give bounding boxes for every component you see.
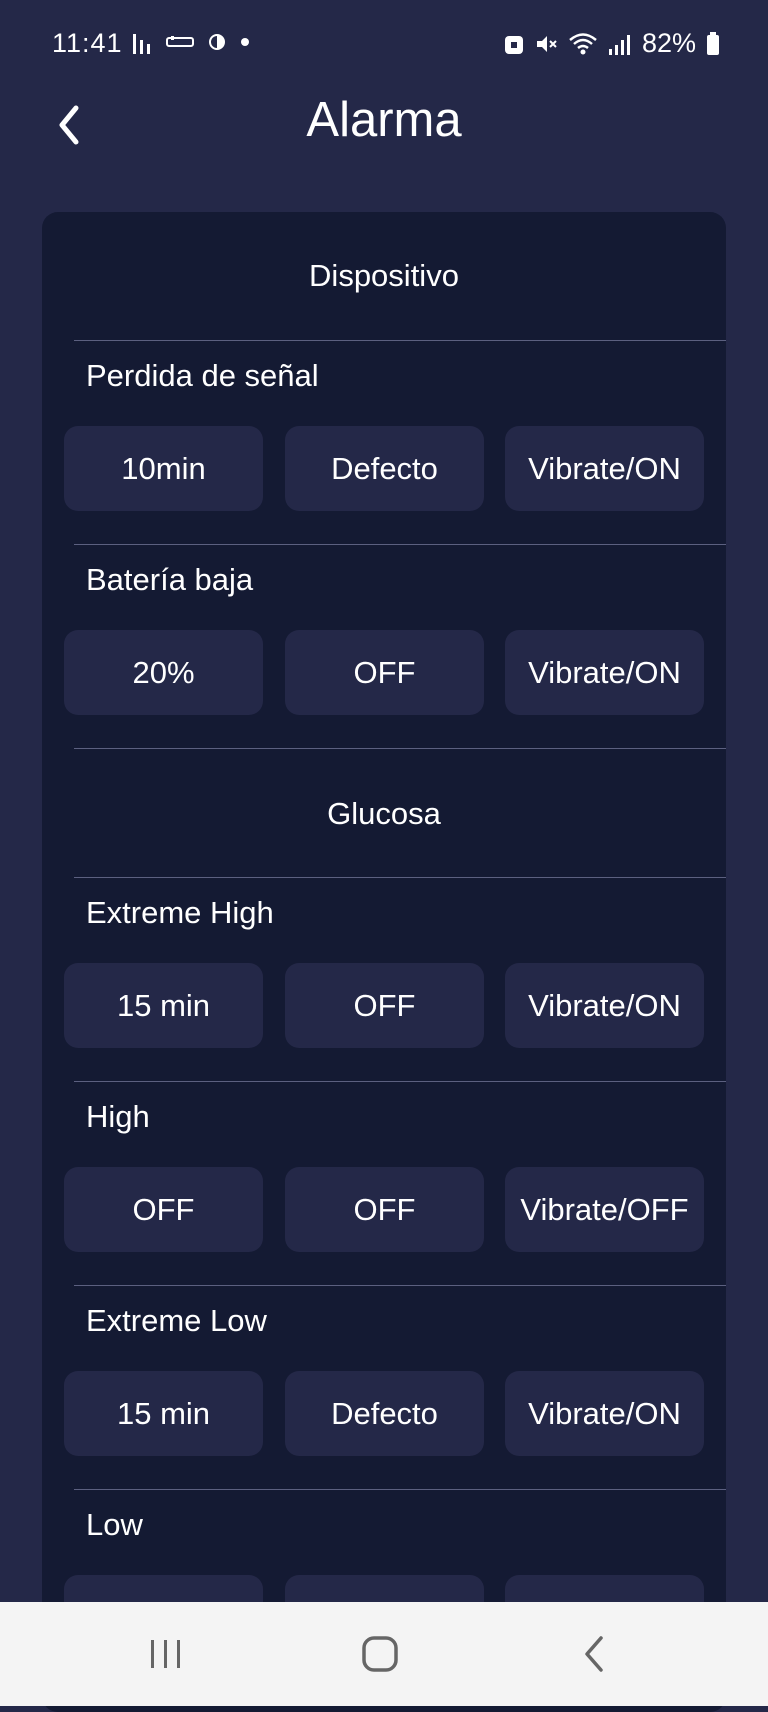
nav-back-button[interactable] bbox=[565, 1632, 625, 1676]
page-title: Alarma bbox=[306, 93, 462, 147]
recent-apps-icon bbox=[151, 1640, 180, 1668]
lock-badge-icon bbox=[504, 35, 523, 54]
row-label-extreme-low: Extreme Low bbox=[86, 1303, 267, 1338]
extreme-low-sound-button[interactable]: Defecto bbox=[285, 1371, 484, 1456]
divider bbox=[74, 544, 726, 545]
perdida-de-senal-vibrate-button[interactable]: Vibrate/ON bbox=[505, 426, 704, 511]
row-label-extreme-high: Extreme High bbox=[86, 895, 274, 930]
high-vibrate-button[interactable]: Vibrate/OFF bbox=[505, 1167, 704, 1252]
perdida-de-senal-sound-button[interactable]: Defecto bbox=[285, 426, 484, 511]
header: Alarma bbox=[0, 80, 768, 200]
system-nav-bar bbox=[0, 1602, 768, 1706]
extreme-high-vibrate-button[interactable]: Vibrate/ON bbox=[505, 963, 704, 1048]
extreme-low-interval-button[interactable]: 15 min bbox=[64, 1371, 263, 1456]
sim-icon bbox=[166, 36, 194, 47]
bar-chart-icon bbox=[133, 34, 150, 54]
row-label-low: Low bbox=[86, 1507, 143, 1542]
divider bbox=[74, 340, 726, 341]
notification-icons bbox=[132, 30, 250, 54]
wifi-icon bbox=[569, 32, 597, 54]
bateria-baja-vibrate-button[interactable]: Vibrate/ON bbox=[505, 630, 704, 715]
dot-icon bbox=[241, 38, 249, 46]
status-bar: 11:41 82% bbox=[0, 0, 768, 88]
section-title-dispositivo: Dispositivo bbox=[309, 258, 459, 293]
divider bbox=[74, 877, 726, 878]
signal-icon bbox=[608, 34, 630, 55]
row-label-high: High bbox=[86, 1099, 150, 1134]
recent-apps-button[interactable] bbox=[135, 1632, 195, 1676]
divider bbox=[74, 1285, 726, 1286]
status-time: 11:41 bbox=[52, 28, 123, 58]
system-icons: 82% bbox=[504, 28, 720, 59]
bateria-baja-threshold-button[interactable]: 20% bbox=[64, 630, 263, 715]
divider bbox=[74, 1081, 726, 1082]
battery-icon bbox=[707, 31, 719, 55]
row-label-perdida-de-senal: Perdida de señal bbox=[86, 358, 319, 393]
extreme-high-interval-button[interactable]: 15 min bbox=[64, 963, 263, 1048]
high-sound-button[interactable]: OFF bbox=[285, 1167, 484, 1252]
divider bbox=[74, 1489, 726, 1490]
mute-icon bbox=[536, 35, 557, 52]
extreme-low-vibrate-button[interactable]: Vibrate/ON bbox=[505, 1371, 704, 1456]
perdida-de-senal-interval-button[interactable]: 10min bbox=[64, 426, 263, 511]
home-icon bbox=[362, 1636, 398, 1672]
half-circle-icon bbox=[209, 34, 225, 50]
high-interval-button[interactable]: OFF bbox=[64, 1167, 263, 1252]
back-icon bbox=[585, 1636, 603, 1672]
row-label-bateria-baja: Batería baja bbox=[86, 562, 254, 597]
bateria-baja-sound-button[interactable]: OFF bbox=[285, 630, 484, 715]
battery-percent: 82% bbox=[641, 28, 696, 58]
section-title-glucosa: Glucosa bbox=[327, 796, 441, 831]
alarm-settings-card: Dispositivo Perdida de señal 10min Defec… bbox=[42, 212, 726, 1712]
divider bbox=[74, 748, 726, 749]
home-button[interactable] bbox=[350, 1632, 410, 1676]
extreme-high-sound-button[interactable]: OFF bbox=[285, 963, 484, 1048]
